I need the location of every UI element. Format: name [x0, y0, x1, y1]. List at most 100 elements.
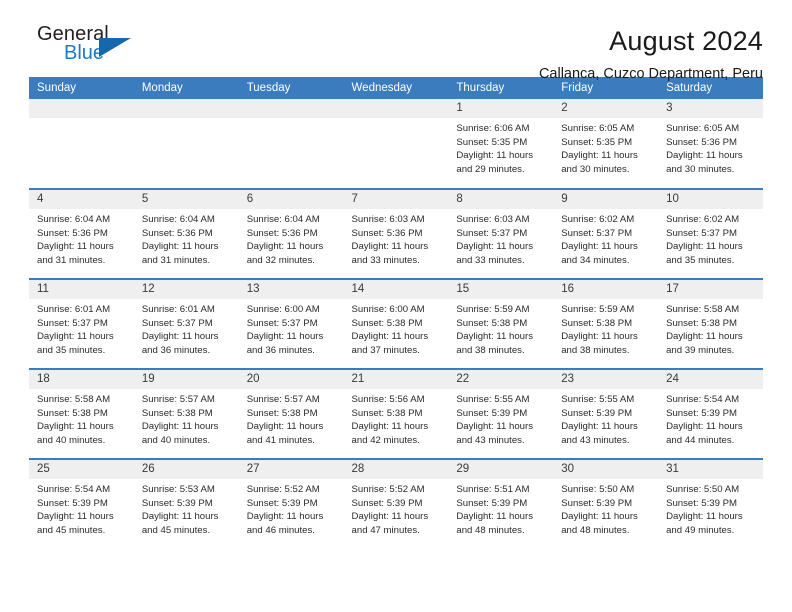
weekday-header-monday: Monday: [133, 77, 239, 99]
calendar-day-cell[interactable]: 17 Sunrise: 5:58 AM Sunset: 5:38 PM Dayligh…: [658, 278, 763, 369]
sun-info-line-2: Sunset: 5:38 PM: [666, 317, 737, 329]
day-cell-inner: 22 Sunrise: 5:55 AM Sunset: 5:39 PM Dayligh…: [448, 370, 554, 458]
calendar-day-cell[interactable]: 19 Sunrise: 5:57 AM Sunset: 5:38 PM Dayligh…: [133, 368, 239, 459]
sun-info-line-3: Daylight: 11 hours: [561, 511, 638, 523]
calendar-day-cell[interactable]: 30 Sunrise: 5:50 AM Sunset: 5:39 PM Dayligh…: [553, 458, 659, 549]
day-cell-inner: 8 Sunrise: 6:03 AM Sunset: 5:37 PM Daylight…: [448, 190, 554, 278]
day-cell-inner: 3 Sunrise: 6:05 AM Sunset: 5:36 PM Daylight…: [658, 99, 763, 187]
sun-info-line-1: Sunrise: 5:59 AM: [456, 304, 530, 315]
day-number: 4: [29, 190, 134, 209]
sun-info-line-3: Daylight: 11 hours: [246, 241, 324, 253]
day-cell-inner: 4 Sunrise: 6:04 AM Sunset: 5:36 PM Daylight…: [29, 190, 134, 278]
day-cell-inner: 27 Sunrise: 5:52 AM Sunset: 5:39 PM Dayligh…: [238, 460, 344, 548]
calendar-day-cell[interactable]: 11 Sunrise: 6:01 AM Sunset: 5:37 PM Dayligh…: [29, 278, 134, 369]
calendar-week-row: 25 Sunrise: 5:54 AM Sunset: 5:39 PM Dayligh…: [29, 458, 763, 549]
calendar-week-row: 18 Sunrise: 5:58 AM Sunset: 5:38 PM Dayligh…: [29, 368, 763, 459]
day-sun-info: Sunrise: 5:55 AM Sunset: 5:39 PM Daylight:…: [448, 389, 553, 447]
calendar-day-cell[interactable]: 28 Sunrise: 5:52 AM Sunset: 5:39 PM Dayligh…: [343, 458, 449, 549]
day-number: 24: [658, 370, 763, 389]
calendar-day-cell[interactable]: 16 Sunrise: 5:59 AM Sunset: 5:38 PM Dayligh…: [553, 278, 659, 369]
sun-info-line-1: Sunrise: 5:52 AM: [246, 484, 320, 495]
day-number: 21: [343, 370, 449, 389]
sun-info-line-3: Daylight: 11 hours: [456, 241, 533, 253]
sun-info-line-3: Daylight: 11 hours: [666, 150, 743, 162]
calendar-day-cell[interactable]: 7 Sunrise: 6:03 AM Sunset: 5:36 PM Daylight…: [343, 188, 449, 279]
day-number: 13: [238, 280, 344, 299]
general-blue-logo[interactable]: General Blue: [29, 24, 141, 70]
day-sun-info: Sunrise: 5:54 AM Sunset: 5:39 PM Daylight:…: [658, 389, 763, 447]
day-sun-info: Sunrise: 6:04 AM Sunset: 5:36 PM Daylight:…: [239, 209, 344, 267]
day-sun-info: Sunrise: 5:58 AM Sunset: 5:38 PM Daylight:…: [29, 389, 134, 447]
sun-info-line-3: Daylight: 11 hours: [351, 511, 429, 523]
day-cell-inner: 14 Sunrise: 6:00 AM Sunset: 5:38 PM Dayligh…: [343, 280, 449, 368]
sun-info-line-1: Sunrise: 5:58 AM: [666, 304, 740, 315]
day-number: 10: [658, 190, 763, 209]
sun-info-line-4: and 39 minutes.: [666, 344, 735, 356]
calendar-day-cell[interactable]: 12 Sunrise: 6:01 AM Sunset: 5:37 PM Dayligh…: [133, 278, 239, 369]
day-number: 2: [553, 99, 659, 118]
sun-info-line-4: and 35 minutes.: [37, 344, 106, 356]
calendar-day-cell[interactable]: 29 Sunrise: 5:51 AM Sunset: 5:39 PM Dayligh…: [448, 458, 554, 549]
sun-info-line-4: and 36 minutes.: [246, 344, 315, 356]
calendar-day-cell[interactable]: 20 Sunrise: 5:57 AM Sunset: 5:38 PM Dayligh…: [238, 368, 344, 459]
calendar-day-cell[interactable]: 2 Sunrise: 6:05 AM Sunset: 5:35 PM Daylight…: [553, 99, 659, 189]
calendar-day-cell[interactable]: 25 Sunrise: 5:54 AM Sunset: 5:39 PM Dayligh…: [29, 458, 134, 549]
sun-info-line-1: Sunrise: 6:04 AM: [37, 214, 111, 225]
calendar-day-cell[interactable]: 15 Sunrise: 5:59 AM Sunset: 5:38 PM Dayligh…: [448, 278, 554, 369]
day-number: 31: [658, 460, 763, 479]
day-number: 12: [133, 280, 239, 299]
calendar-day-cell[interactable]: 8 Sunrise: 6:03 AM Sunset: 5:37 PM Daylight…: [448, 188, 554, 279]
sun-info-line-3: Daylight: 11 hours: [141, 241, 219, 253]
calendar-day-cell: [29, 99, 134, 189]
day-sun-info: Sunrise: 5:55 AM Sunset: 5:39 PM Daylight:…: [553, 389, 658, 447]
calendar-day-cell[interactable]: 21 Sunrise: 5:56 AM Sunset: 5:38 PM Dayligh…: [343, 368, 449, 459]
calendar-day-cell[interactable]: 27 Sunrise: 5:52 AM Sunset: 5:39 PM Dayligh…: [238, 458, 344, 549]
sun-info-line-2: Sunset: 5:38 PM: [351, 407, 423, 419]
sun-info-line-2: Sunset: 5:39 PM: [666, 497, 737, 509]
sun-info-line-3: Daylight: 11 hours: [456, 331, 533, 343]
calendar-week-row: 1 Sunrise: 6:06 AM Sunset: 5:35 PM Daylight…: [29, 99, 763, 189]
calendar-day-cell[interactable]: 9 Sunrise: 6:02 AM Sunset: 5:37 PM Daylight…: [553, 188, 659, 279]
sun-info-line-2: Sunset: 5:35 PM: [456, 136, 528, 148]
calendar-day-cell[interactable]: 1 Sunrise: 6:06 AM Sunset: 5:35 PM Daylight…: [448, 99, 554, 189]
day-cell-inner: 13 Sunrise: 6:00 AM Sunset: 5:37 PM Dayligh…: [238, 280, 344, 368]
sun-info-line-2: Sunset: 5:39 PM: [456, 407, 528, 419]
day-number: 25: [29, 460, 134, 479]
calendar-day-cell: [343, 99, 449, 189]
sun-info-line-4: and 36 minutes.: [141, 344, 211, 356]
day-sun-info: Sunrise: 5:51 AM Sunset: 5:39 PM Daylight:…: [448, 479, 553, 537]
calendar-day-cell[interactable]: 5 Sunrise: 6:04 AM Sunset: 5:36 PM Daylight…: [133, 188, 239, 279]
calendar-day-cell[interactable]: 3 Sunrise: 6:05 AM Sunset: 5:36 PM Daylight…: [658, 99, 763, 189]
day-number: 20: [238, 370, 344, 389]
day-sun-info: Sunrise: 5:56 AM Sunset: 5:38 PM Daylight:…: [344, 389, 449, 447]
calendar-day-cell[interactable]: 18 Sunrise: 5:58 AM Sunset: 5:38 PM Dayligh…: [29, 368, 134, 459]
calendar-day-cell[interactable]: 10 Sunrise: 6:02 AM Sunset: 5:37 PM Dayligh…: [658, 188, 763, 279]
weekday-header-sunday: Sunday: [29, 77, 134, 99]
calendar-day-cell[interactable]: 24 Sunrise: 5:54 AM Sunset: 5:39 PM Dayligh…: [658, 368, 763, 459]
day-cell-inner: 11 Sunrise: 6:01 AM Sunset: 5:37 PM Dayligh…: [29, 280, 134, 368]
calendar-day-cell[interactable]: 13 Sunrise: 6:00 AM Sunset: 5:37 PM Dayligh…: [238, 278, 344, 369]
day-number: 30: [553, 460, 659, 479]
sun-info-line-4: and 31 minutes.: [141, 254, 211, 266]
day-number: 29: [448, 460, 554, 479]
calendar-day-cell[interactable]: 14 Sunrise: 6:00 AM Sunset: 5:38 PM Dayligh…: [343, 278, 449, 369]
day-sun-info: Sunrise: 6:01 AM Sunset: 5:37 PM Daylight:…: [29, 299, 134, 357]
sun-info-line-4: and 45 minutes.: [37, 524, 106, 536]
sun-info-line-2: Sunset: 5:37 PM: [456, 227, 528, 239]
sun-info-line-4: and 40 minutes.: [141, 434, 211, 446]
sun-info-line-3: Daylight: 11 hours: [37, 421, 114, 433]
calendar-day-cell[interactable]: 26 Sunrise: 5:53 AM Sunset: 5:39 PM Dayligh…: [133, 458, 239, 549]
day-number: 22: [448, 370, 554, 389]
sun-info-line-3: Daylight: 11 hours: [666, 241, 743, 253]
day-sun-info: Sunrise: 6:05 AM Sunset: 5:36 PM Daylight:…: [658, 118, 763, 176]
sun-info-line-2: Sunset: 5:39 PM: [351, 497, 423, 509]
day-number: 15: [448, 280, 554, 299]
calendar-day-cell[interactable]: 23 Sunrise: 5:55 AM Sunset: 5:39 PM Dayligh…: [553, 368, 659, 459]
calendar-day-cell[interactable]: 6 Sunrise: 6:04 AM Sunset: 5:36 PM Daylight…: [238, 188, 344, 279]
day-cell-inner: 6 Sunrise: 6:04 AM Sunset: 5:36 PM Daylight…: [238, 190, 344, 278]
calendar-day-cell[interactable]: 4 Sunrise: 6:04 AM Sunset: 5:36 PM Daylight…: [29, 188, 134, 279]
calendar-day-cell[interactable]: 31 Sunrise: 5:50 AM Sunset: 5:39 PM Dayligh…: [658, 458, 763, 549]
sun-info-line-1: Sunrise: 6:02 AM: [561, 214, 635, 225]
sun-info-line-3: Daylight: 11 hours: [351, 331, 429, 343]
calendar-day-cell[interactable]: 22 Sunrise: 5:55 AM Sunset: 5:39 PM Dayligh…: [448, 368, 554, 459]
